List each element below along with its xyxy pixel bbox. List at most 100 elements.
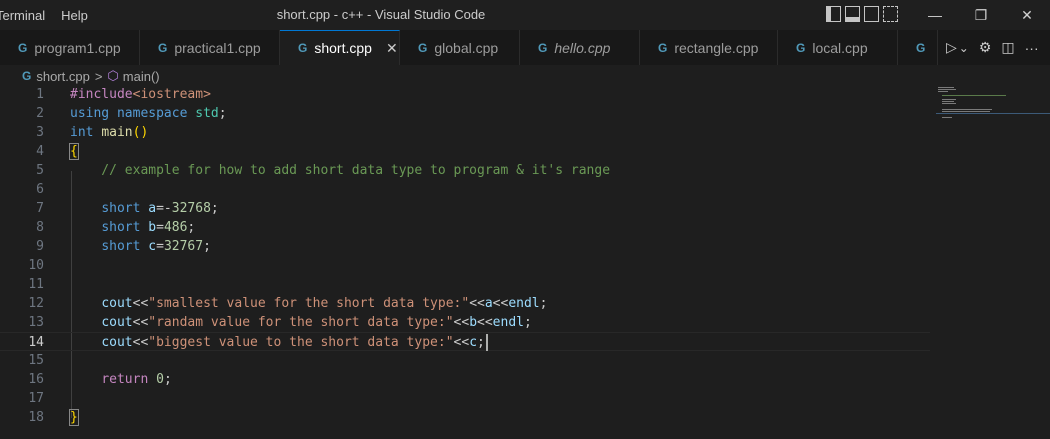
code-token: b — [469, 315, 478, 330]
line-number: 5 — [36, 163, 44, 178]
code-line[interactable]: 2 using namespace std; — [0, 104, 930, 123]
restore-button[interactable]: ❐ — [958, 0, 1004, 30]
code-token: endl — [492, 315, 524, 330]
line-content: int main() — [70, 123, 148, 142]
code-token: cout — [101, 315, 133, 330]
cpp-file-icon: G — [538, 40, 548, 55]
code-token: ; — [210, 201, 219, 216]
line-number: 12 — [28, 296, 44, 311]
code-token: << — [132, 296, 149, 311]
close-window-button[interactable]: ✕ — [1004, 0, 1050, 30]
run-dropdown-icon[interactable]: ⌄ — [959, 41, 969, 55]
code-token: short — [101, 201, 141, 216]
line-number: 4 — [36, 144, 44, 159]
tab-4[interactable]: Ghello.cpp — [520, 30, 640, 65]
code-token: "smallest value for the short data type:… — [148, 296, 470, 311]
line-number: 3 — [36, 125, 44, 140]
code-token: << — [132, 335, 149, 350]
cpp-file-icon: G — [658, 40, 668, 55]
minimap[interactable] — [936, 87, 1036, 127]
line-content: #include<iostream> — [70, 85, 211, 104]
code-editor[interactable]: 1 #include<iostream> 2 using namespace std;… — [0, 85, 930, 427]
scroll-position-marker — [936, 113, 1050, 114]
code-token: 486 — [163, 220, 188, 235]
code-line[interactable]: 14 cout<<"biggest value to the short dat… — [0, 332, 930, 351]
line-number: 2 — [36, 106, 44, 121]
toggle-primary-sidebar-icon[interactable] — [826, 6, 841, 22]
cpp-file-icon: G — [158, 40, 168, 55]
minimize-button[interactable]: — — [912, 0, 958, 30]
run-icon[interactable]: ▷ — [946, 39, 957, 56]
breadcrumb-symbol[interactable]: main() — [123, 69, 160, 84]
cpp-file-icon: G — [916, 40, 926, 55]
code-token: b — [148, 220, 157, 235]
code-line[interactable]: 3 int main() — [0, 123, 930, 142]
code-token: endl — [508, 296, 540, 311]
code-line[interactable]: 8 short b=486; — [0, 218, 930, 237]
code-token: return — [101, 372, 149, 387]
tab-0[interactable]: Gprogram1.cpp — [0, 30, 140, 65]
code-token: 0 — [156, 372, 164, 387]
window-controls: — ❐ ✕ — [912, 0, 1050, 30]
customize-layout-icon[interactable] — [883, 6, 898, 22]
code-token: using — [70, 106, 110, 121]
code-line[interactable]: 13 cout<<"randam value for the short dat… — [0, 313, 930, 332]
code-token: } — [69, 409, 79, 426]
code-line[interactable]: 4{ — [0, 142, 930, 161]
line-content: short a=-32768; — [70, 199, 219, 218]
code-line[interactable]: 7 short a=-32768; — [0, 199, 930, 218]
code-line[interactable]: 12 cout<<"smallest value for the short d… — [0, 294, 930, 313]
text-cursor — [485, 334, 488, 351]
code-line[interactable]: 9 short c=32767; — [0, 237, 930, 256]
line-content: short b=486; — [70, 218, 195, 237]
code-line[interactable]: 11 — [0, 275, 930, 294]
line-number: 1 — [36, 87, 44, 102]
toggle-secondary-sidebar-icon[interactable] — [864, 6, 879, 22]
tab-3[interactable]: Gglobal.cpp — [400, 30, 520, 65]
breadcrumb-file[interactable]: short.cpp — [36, 69, 89, 84]
code-token: a — [148, 201, 157, 216]
code-token: int — [70, 125, 94, 140]
code-line[interactable]: 1 #include<iostream> — [0, 85, 930, 104]
cpp-file-icon: G — [18, 40, 28, 55]
code-line[interactable]: 17 — [0, 389, 930, 408]
code-token: "biggest value to the short data type:" — [148, 335, 454, 350]
code-token: namespace — [116, 106, 188, 121]
code-token: cout — [101, 335, 133, 350]
line-number: 14 — [28, 335, 44, 350]
code-token: 32768 — [171, 201, 211, 216]
line-number: 17 — [28, 391, 44, 406]
code-token: 32767 — [163, 239, 204, 254]
code-line[interactable]: 6 — [0, 180, 930, 199]
code-token: <iostream> — [132, 87, 211, 102]
line-content: using namespace std; — [70, 104, 227, 123]
tab-1[interactable]: Gpractical1.cpp — [140, 30, 280, 65]
code-line[interactable]: 15 — [0, 351, 930, 370]
window-title: short.cpp - c++ - Visual Studio Code — [276, 7, 486, 22]
code-token: << — [132, 315, 149, 330]
tab-7[interactable]: G — [898, 30, 938, 65]
close-tab-icon[interactable]: ✕ — [386, 40, 398, 57]
toggle-panel-icon[interactable] — [845, 6, 860, 22]
code-line[interactable]: 18} — [0, 408, 930, 427]
tab-2[interactable]: Gshort.cpp ✕ — [280, 30, 400, 65]
code-line[interactable]: 5 // example for how to add short data t… — [0, 161, 930, 180]
more-actions-icon[interactable]: ··· — [1025, 40, 1039, 56]
split-editor-icon[interactable]: ◫ — [1001, 39, 1014, 56]
tab-5[interactable]: Grectangle.cpp — [640, 30, 778, 65]
tab-6[interactable]: Glocal.cpp — [778, 30, 898, 65]
code-line[interactable]: 10 — [0, 256, 930, 275]
tab-label: local.cpp — [812, 39, 868, 56]
code-token: short — [101, 220, 141, 235]
code-token: ; — [523, 315, 532, 330]
code-token: ; — [203, 239, 211, 254]
code-token: c — [469, 335, 478, 350]
code-line[interactable]: 16 return 0; — [0, 370, 930, 389]
settings-icon[interactable]: ⚙ — [979, 39, 992, 56]
code-token: () — [132, 125, 149, 140]
code-token: main — [101, 125, 133, 140]
